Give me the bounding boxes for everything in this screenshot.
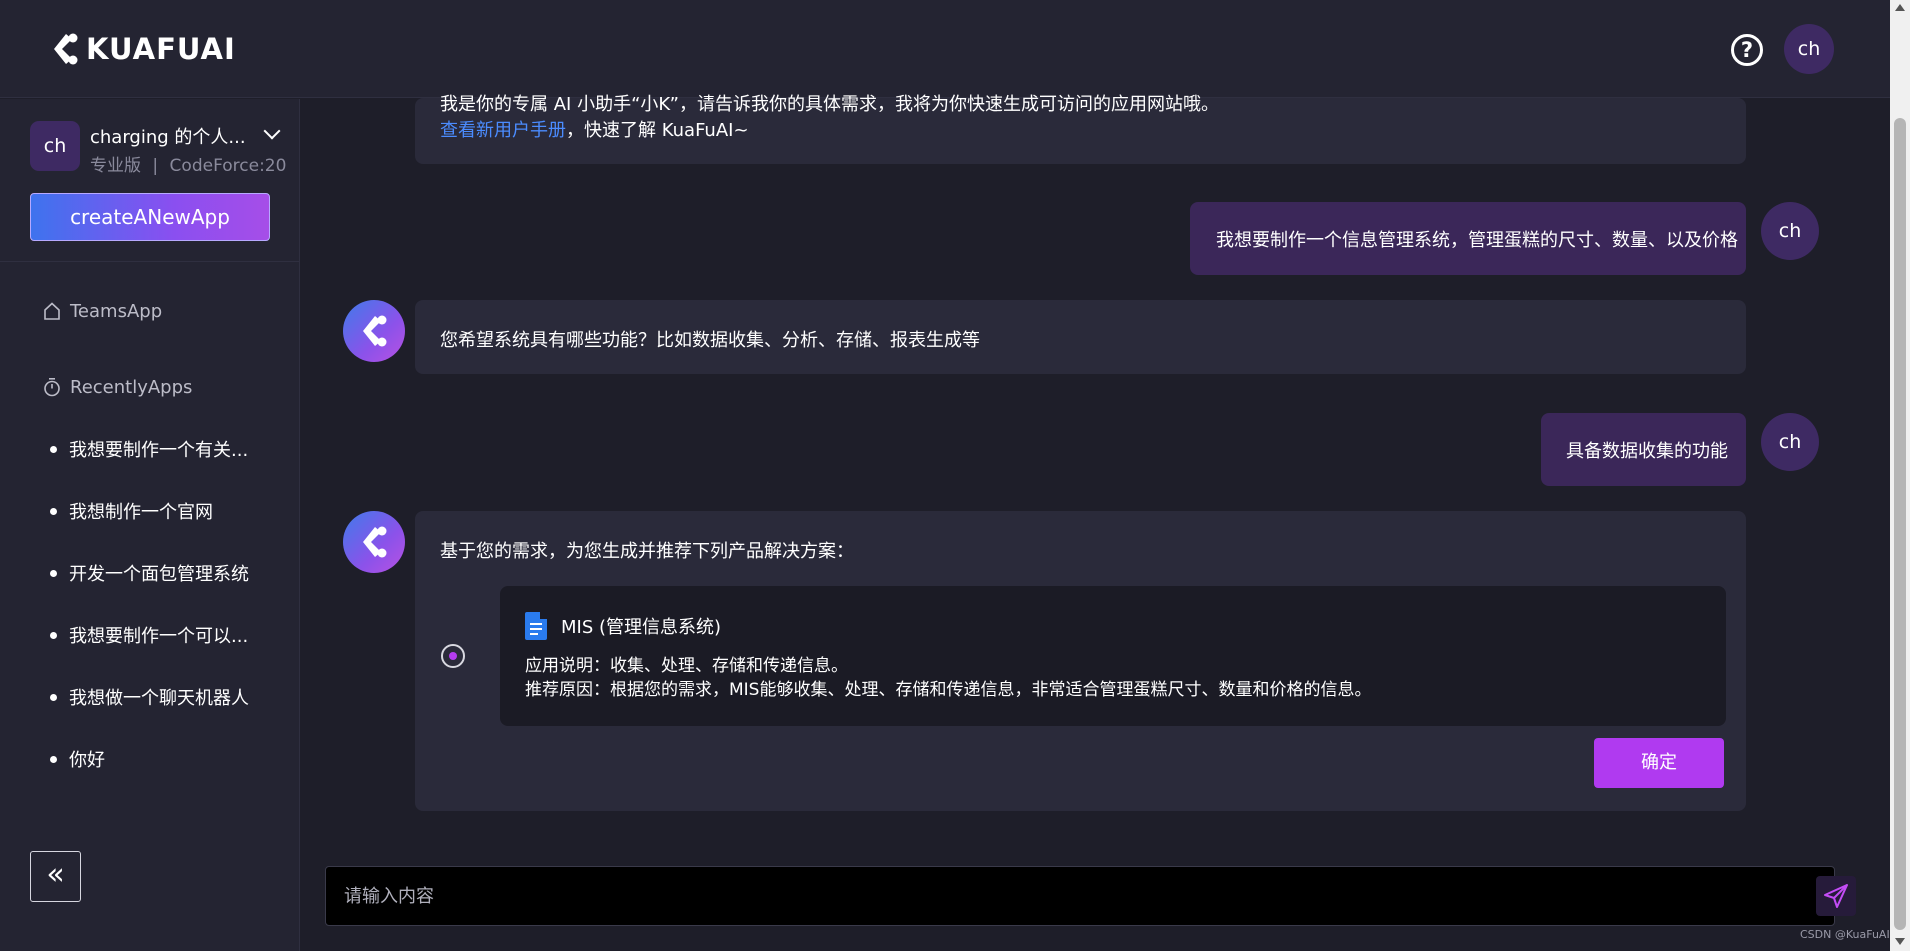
stopwatch-icon <box>44 377 60 397</box>
recent-app-label: 你好 <box>69 750 105 771</box>
logo[interactable]: KUAFUAI <box>52 32 236 66</box>
home-icon <box>44 302 60 320</box>
logo-icon <box>363 526 387 558</box>
solution-description-block: 应用说明：收集、处理、存储和传递信息。 推荐原因：根据您的需求，MIS能够收集、… <box>525 654 1371 702</box>
top-header: KUAFUAI ? ch <box>0 0 1890 98</box>
bullet-icon <box>50 507 57 515</box>
bullet-icon <box>50 631 57 639</box>
plan-separator: | <box>152 156 159 176</box>
confirm-button[interactable]: 确定 <box>1594 738 1724 788</box>
bullet-icon <box>50 569 57 577</box>
message-input-box <box>325 866 1856 926</box>
solution-option-card[interactable]: MIS (管理信息系统) 应用说明：收集、处理、存储和传递信息。 推荐原因：根据… <box>500 586 1726 726</box>
recent-app-label: 开发一个面包管理系统 <box>69 564 249 585</box>
user-message-bubble: 具备数据收集的功能 <box>1541 413 1746 486</box>
bullet-icon <box>50 755 57 763</box>
sidebar-item-label: TeamsApp <box>70 300 163 322</box>
recent-app-item[interactable]: 开发一个面包管理系统 <box>50 560 249 586</box>
recent-app-item[interactable]: 我想制作一个官网 <box>50 498 213 524</box>
recent-app-label: 我想制作一个官网 <box>69 502 213 523</box>
codeforce-label: CodeForce:20 <box>169 156 287 176</box>
logo-icon <box>54 33 78 65</box>
collapse-sidebar-button[interactable]: « <box>30 851 81 902</box>
avatar: ch <box>1761 202 1819 260</box>
scrollbar-thumb[interactable] <box>1894 118 1906 930</box>
recent-app-item[interactable]: 我想要制作一个可以... <box>50 622 248 648</box>
send-icon <box>1824 884 1848 908</box>
solution-reason: 推荐原因：根据您的需求，MIS能够收集、处理、存储和传递信息，非常适合管理蛋糕尺… <box>525 680 1372 700</box>
recent-app-label: 我想要制作一个可以... <box>69 626 249 647</box>
scroll-up-arrow-icon[interactable] <box>1895 4 1905 11</box>
sidebar-item-label: RecentlyApps <box>70 376 193 398</box>
message-text: 我想要制作一个信息管理系统，管理蛋糕的尺寸、数量、以及价格 <box>1216 230 1738 251</box>
recent-app-label: 我想做一个聊天机器人 <box>69 688 249 709</box>
recent-app-item[interactable]: 你好 <box>50 746 105 772</box>
assistant-avatar <box>343 511 405 573</box>
send-button[interactable] <box>1816 876 1856 916</box>
user-guide-link[interactable]: 查看新用户手册 <box>440 120 566 141</box>
help-icon[interactable]: ? <box>1731 34 1763 66</box>
solution-title: MIS (管理信息系统) <box>561 617 722 638</box>
assistant-avatar <box>343 300 405 362</box>
header-avatar[interactable]: ch <box>1784 24 1834 74</box>
account-name: charging 的个人... <box>90 127 246 148</box>
avatar: ch <box>30 121 80 171</box>
account-plan: 专业版 | CodeForce:20 <box>90 151 286 176</box>
divider <box>0 261 300 262</box>
create-new-app-button[interactable]: createANewApp <box>30 193 270 241</box>
chevron-down-icon[interactable] <box>263 122 281 140</box>
sidebar-item-recently-apps[interactable]: RecentlyApps <box>42 373 192 401</box>
recent-app-item[interactable]: 我想要制作一个有关... <box>50 436 248 462</box>
document-icon <box>525 612 547 640</box>
message-input[interactable] <box>344 881 1744 911</box>
solution-description: 应用说明：收集、处理、存储和传递信息。 <box>525 656 848 676</box>
recent-app-label: 我想要制作一个有关... <box>69 440 249 461</box>
intro-text: 我是你的专属 AI 小助手“小K”，请告诉我你的具体需求，我将为你快速生成可访问… <box>440 94 1219 115</box>
user-message-bubble: 我想要制作一个信息管理系统，管理蛋糕的尺寸、数量、以及价格 <box>1190 202 1746 275</box>
solution-radio[interactable] <box>441 644 465 668</box>
scroll-down-arrow-icon[interactable] <box>1895 938 1905 945</box>
recent-app-item[interactable]: 我想做一个聊天机器人 <box>50 684 249 710</box>
message-text: 您希望系统具有哪些功能？比如数据收集、分析、存储、报表生成等 <box>440 330 980 351</box>
bullet-icon <box>50 445 57 453</box>
message-text: 具备数据收集的功能 <box>1566 441 1728 462</box>
assistant-message-bubble: 您希望系统具有哪些功能？比如数据收集、分析、存储、报表生成等 <box>415 300 1746 374</box>
intro-help-line: 查看新用户手册，快速了解 KuaFuAI~ <box>440 116 749 142</box>
watermark: CSDN @KuaFuAI <box>1800 928 1890 941</box>
logo-text: KUAFUAI <box>86 32 236 66</box>
plan-label: 专业版 <box>90 156 141 176</box>
sidebar-item-teams-app[interactable]: TeamsApp <box>42 297 162 325</box>
sidebar: ch charging 的个人... 专业版 | CodeForce:20 cr… <box>0 99 300 951</box>
bullet-icon <box>50 693 57 701</box>
intro-help-suffix: ，快速了解 KuaFuAI~ <box>566 120 749 141</box>
recommendation-intro: 基于您的需求，为您生成并推荐下列产品解决方案： <box>440 541 854 562</box>
intro-message-bubble: 我是你的专属 AI 小助手“小K”，请告诉我你的具体需求，我将为你快速生成可访问… <box>415 94 1746 164</box>
account-switcher[interactable]: ch charging 的个人... 专业版 | CodeForce:20 <box>30 121 290 177</box>
avatar: ch <box>1761 413 1819 471</box>
logo-icon <box>363 315 387 347</box>
